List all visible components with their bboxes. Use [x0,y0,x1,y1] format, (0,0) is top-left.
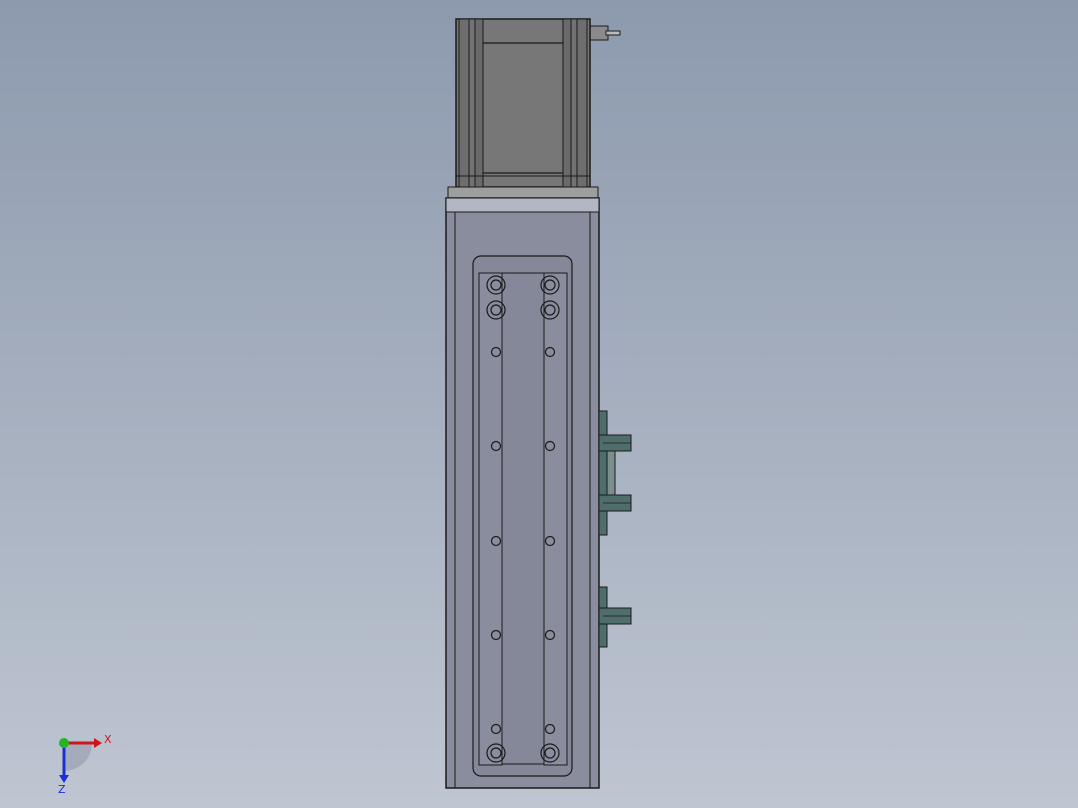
motor-fin-right-2 [570,18,578,188]
motor-pin [605,30,621,36]
orientation-triad[interactable]: X Z [40,725,130,795]
module-body[interactable] [445,197,600,789]
x-axis-arrow-icon [94,738,102,748]
guide-rail-left [478,272,503,766]
cad-viewport[interactable]: X Z [0,0,1078,808]
motor-fin-right-3 [576,18,588,188]
module-top-cap [445,197,600,213]
motor-adapter-plate [447,186,599,200]
motor-fin-right-1 [562,18,572,188]
guide-rail-right [543,272,568,766]
z-axis-label: Z [58,783,66,795]
z-axis-arrow-icon [59,775,69,783]
x-axis-label: X [104,733,112,746]
motor-fin-left-1 [458,18,470,188]
motor-fin-left-3 [474,18,484,188]
linear-module-model[interactable] [0,0,1078,808]
triad-quadrant [64,743,92,771]
stepper-motor[interactable] [455,18,621,188]
sensor-brackets[interactable] [598,410,632,648]
motor-fin-left-2 [468,18,476,188]
bracket-spacer [606,449,616,496]
bracket-mount-upper [598,410,608,536]
motor-connector [587,25,609,41]
y-axis-dot-icon [59,738,69,748]
